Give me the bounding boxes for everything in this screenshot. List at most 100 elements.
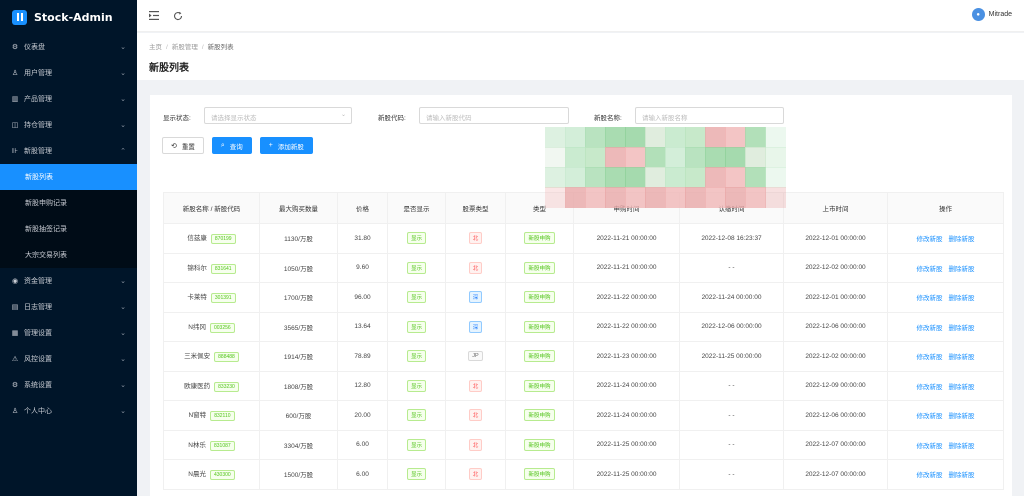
mosaic-tile bbox=[765, 167, 786, 188]
cell-name: N纬冈 003256 bbox=[163, 311, 260, 342]
add-ipo-button[interactable]: + 添加新股 bbox=[259, 137, 313, 154]
stock-type-tag: 深 bbox=[468, 291, 483, 304]
stock-code: 832110 bbox=[210, 411, 235, 422]
sidebar-item[interactable]: ▤ 日志管理 ⌄ bbox=[0, 294, 137, 320]
edit-ipo-link[interactable]: 修改新股 bbox=[917, 325, 943, 332]
delete-ipo-link[interactable]: 删除新股 bbox=[949, 443, 975, 450]
table-row: 信兹康 870199 1130/万股 31.80 显示 北 新股申购 2022-1… bbox=[163, 223, 1004, 254]
edit-ipo-link[interactable]: 修改新股 bbox=[917, 295, 943, 302]
edit-ipo-link[interactable]: 修改新股 bbox=[917, 443, 943, 450]
sidebar-item[interactable]: ⚠ 风控设置 ⌄ bbox=[0, 346, 137, 372]
search-button[interactable]: ⌕ 查询 bbox=[211, 137, 252, 154]
sidebar-item[interactable]: ⚙ 系统设置 ⌄ bbox=[0, 372, 137, 398]
sidebar-item[interactable]: ⊪ 新股管理 ⌃ bbox=[0, 138, 137, 164]
cell-show: 显示 bbox=[387, 459, 446, 490]
table-row: 欧康医药 833230 1808/万股 12.80 显示 北 新股申购 2022-… bbox=[163, 370, 1004, 401]
code-input[interactable]: 请输入新股代码 bbox=[419, 107, 569, 124]
type-tag: 新股申购 bbox=[524, 468, 555, 481]
edit-ipo-link[interactable]: 修改新股 bbox=[917, 384, 943, 391]
chevron-down-icon: ⌄ bbox=[120, 330, 126, 337]
cell-actions: 修改新股 删除新股 bbox=[887, 459, 1004, 490]
sidebar: Stock-Admin ⚙ 仪表盘 ⌄ ♙ 用户管理 ⌄ ▥ 产品管理 ⌄ ◫ 持仓管理 ⌄ ⊪ 新股管理… bbox=[0, 0, 137, 496]
user-menu[interactable]: ● Mitrade bbox=[971, 8, 1012, 21]
show-tag: 显示 bbox=[406, 261, 426, 274]
chevron-down-icon: ⌄ bbox=[120, 70, 126, 77]
mosaic-tile bbox=[585, 167, 606, 188]
stock-code: 831641 bbox=[210, 263, 236, 274]
stock-code: 831087 bbox=[210, 440, 235, 451]
type-tag: 新股申购 bbox=[524, 350, 555, 363]
mosaic-tile bbox=[685, 167, 706, 188]
edit-ipo-link[interactable]: 修改新股 bbox=[917, 236, 943, 243]
mosaic-tile bbox=[745, 167, 766, 188]
avatar: ● bbox=[971, 8, 985, 21]
name-input[interactable]: 请输入新股名称 bbox=[635, 107, 784, 124]
mosaic-tile bbox=[725, 147, 746, 168]
sidebar-item[interactable]: ▥ 产品管理 ⌄ bbox=[0, 86, 137, 112]
mosaic-tile bbox=[545, 127, 566, 148]
sidebar-subitem[interactable]: 大宗交易列表 bbox=[0, 242, 137, 268]
cell-qty: 3304/万股 bbox=[259, 429, 338, 460]
breadcrumb-parent[interactable]: 新股管理 bbox=[172, 44, 198, 51]
cell-type: 新股申购 bbox=[505, 400, 574, 431]
cell-price: 20.00 bbox=[337, 400, 388, 431]
reset-button[interactable]: ⟲ 重置 bbox=[162, 137, 204, 154]
mosaic-tile bbox=[765, 147, 786, 168]
sidebar-subitem[interactable]: 新股申购记录 bbox=[0, 190, 137, 216]
cell-price: 6.00 bbox=[337, 459, 388, 490]
delete-ipo-link[interactable]: 删除新股 bbox=[949, 236, 975, 243]
cell-stock-type: 北 bbox=[445, 459, 506, 490]
cell-stock-type: 北 bbox=[445, 223, 506, 254]
stock-name: N纬冈 bbox=[188, 323, 206, 331]
dashboard-icon: ⚙ bbox=[11, 44, 19, 51]
refresh-icon[interactable] bbox=[171, 9, 185, 23]
stock-type-tag: 北 bbox=[468, 468, 483, 481]
sidebar-item[interactable]: ♙ 个人中心 ⌄ bbox=[0, 398, 137, 424]
mosaic-tile bbox=[705, 127, 726, 148]
delete-ipo-link[interactable]: 删除新股 bbox=[949, 354, 975, 361]
delete-ipo-link[interactable]: 删除新股 bbox=[949, 413, 975, 420]
sidebar-subitem[interactable]: 新股抽签记录 bbox=[0, 216, 137, 242]
sidebar-subitem[interactable]: 新股列表 bbox=[0, 164, 137, 190]
delete-ipo-link[interactable]: 删除新股 bbox=[949, 295, 975, 302]
edit-ipo-link[interactable]: 修改新股 bbox=[917, 266, 943, 273]
edit-ipo-link[interactable]: 修改新股 bbox=[917, 354, 943, 361]
mosaic-tile bbox=[565, 167, 586, 188]
delete-ipo-link[interactable]: 删除新股 bbox=[949, 472, 975, 479]
sidebar-item-label: 管理设置 bbox=[24, 330, 52, 337]
logo[interactable]: Stock-Admin bbox=[0, 0, 137, 34]
sidebar-item[interactable]: ⚙ 仪表盘 ⌄ bbox=[0, 34, 137, 60]
sidebar-item[interactable]: ♙ 用户管理 ⌄ bbox=[0, 60, 137, 86]
delete-ipo-link[interactable]: 删除新股 bbox=[949, 384, 975, 391]
ipo-table: 新股名称 / 新股代码 最大购买数量 价格 是否显示 股票类型 类型 申购时间 认缴时间 上市时… bbox=[163, 192, 1004, 490]
chevron-down-icon: ⌄ bbox=[120, 96, 126, 103]
cell-pay-time: - - bbox=[679, 252, 784, 283]
sidebar-item[interactable]: ◉ 资金管理 ⌄ bbox=[0, 268, 137, 294]
name-placeholder: 请输入新股名称 bbox=[642, 115, 688, 122]
sidebar-menu: ⚙ 仪表盘 ⌄ ♙ 用户管理 ⌄ ▥ 产品管理 ⌄ ◫ 持仓管理 ⌄ ⊪ 新股管理 ⌃ 新股列表 新股申购记录新… bbox=[0, 34, 137, 424]
table-row: N林乐 831087 3304/万股 6.00 显示 北 新股申购 2022-11… bbox=[163, 429, 1004, 460]
edit-ipo-link[interactable]: 修改新股 bbox=[917, 413, 943, 420]
mosaic-tile bbox=[545, 167, 566, 188]
cell-pay-time: - - bbox=[679, 400, 784, 431]
cell-apply-time: 2022-11-25 00:00:00 bbox=[573, 429, 680, 460]
redaction-mosaic bbox=[545, 127, 790, 210]
sidebar-item[interactable]: ▦ 管理设置 ⌄ bbox=[0, 320, 137, 346]
cell-type: 新股申购 bbox=[505, 223, 574, 254]
cell-qty: 1700/万股 bbox=[259, 282, 338, 313]
chevron-down-icon: ⌄ bbox=[120, 44, 126, 51]
person-icon: ♙ bbox=[11, 408, 19, 415]
mosaic-tile bbox=[745, 127, 766, 148]
status-select[interactable]: 请选择显示状态 ⌄ bbox=[204, 107, 352, 124]
stock-code: 833230 bbox=[214, 381, 239, 392]
sidebar-item[interactable]: ◫ 持仓管理 ⌄ bbox=[0, 112, 137, 138]
stock-type-tag: 北 bbox=[468, 261, 483, 274]
edit-ipo-link[interactable]: 修改新股 bbox=[917, 472, 943, 479]
delete-ipo-link[interactable]: 删除新股 bbox=[949, 266, 975, 273]
delete-ipo-link[interactable]: 删除新股 bbox=[949, 325, 975, 332]
type-tag: 新股申购 bbox=[524, 438, 555, 451]
stock-name: 卡莱特 bbox=[187, 294, 207, 302]
menu-fold-icon[interactable] bbox=[147, 9, 161, 23]
mosaic-tile bbox=[765, 127, 786, 148]
breadcrumb-home[interactable]: 主页 bbox=[149, 44, 162, 51]
